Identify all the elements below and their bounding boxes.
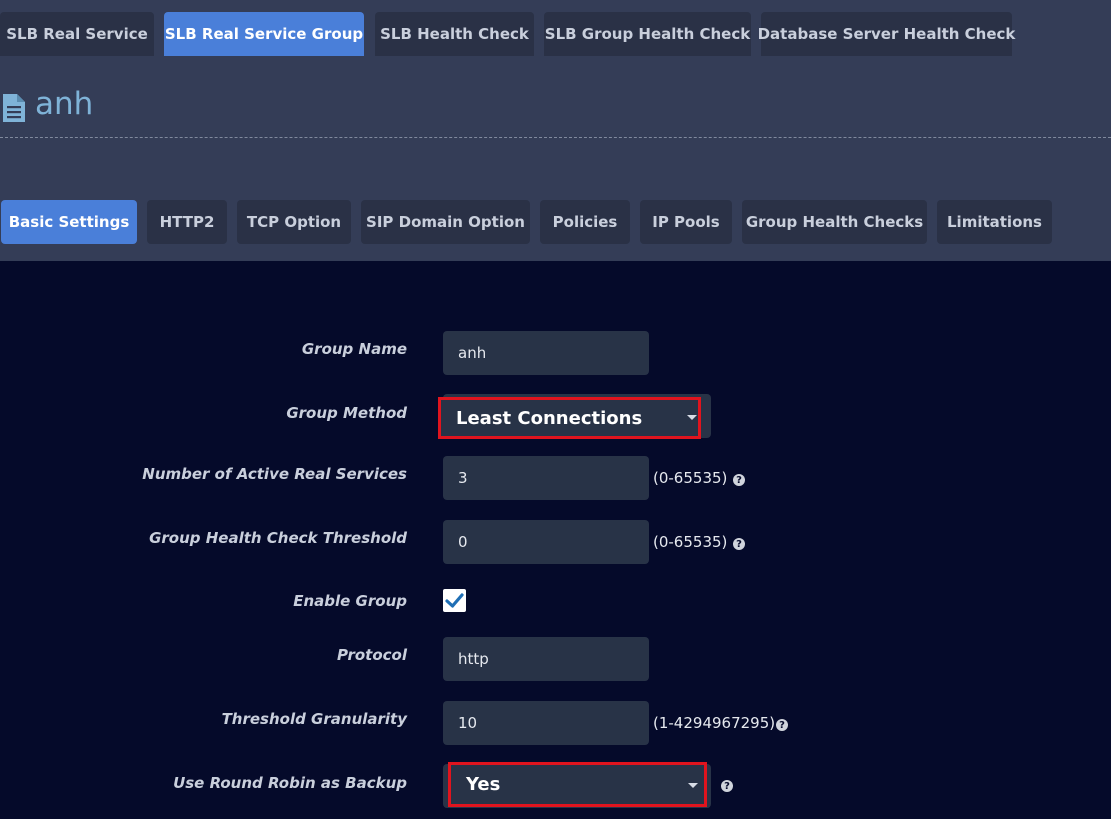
tab-group-health-checks[interactable]: Group Health Checks	[742, 200, 927, 244]
tab-slb-real-service-group[interactable]: SLB Real Service Group	[164, 12, 364, 56]
tab-limitations[interactable]: Limitations	[937, 200, 1052, 244]
tab-ip-pools[interactable]: IP Pools	[640, 200, 732, 244]
group-method-value: Least Connections	[456, 407, 643, 429]
threshold-granularity-range: (1-4294967295)	[653, 714, 776, 732]
help-icon[interactable]: ?	[733, 474, 745, 486]
help-icon[interactable]: ?	[776, 719, 788, 731]
document-icon	[1, 93, 27, 127]
health-check-threshold-input[interactable]: 0	[443, 520, 649, 564]
round-robin-backup-select[interactable]: Yes	[448, 762, 707, 807]
active-real-services-input[interactable]: 3	[443, 456, 649, 500]
tab-http2[interactable]: HTTP2	[147, 200, 227, 244]
protocol-input[interactable]: http	[443, 637, 649, 681]
tab-sip-domain-option[interactable]: SIP Domain Option	[361, 200, 530, 244]
tab-tcp-option[interactable]: TCP Option	[237, 200, 351, 244]
threshold-granularity-label: Threshold Granularity	[221, 710, 407, 728]
round-robin-backup-value: Yes	[466, 774, 501, 795]
header-divider	[0, 137, 1111, 138]
group-name-label: Group Name	[301, 340, 407, 358]
active-real-services-range: (0-65535)	[653, 469, 728, 487]
group-method-select[interactable]: Least Connections	[438, 397, 701, 439]
chevron-down-icon	[687, 415, 697, 420]
health-check-threshold-label: Group Health Check Threshold	[149, 529, 407, 547]
tab-basic-settings[interactable]: Basic Settings	[1, 200, 137, 244]
active-real-services-label: Number of Active Real Services	[142, 465, 407, 483]
tab-policies[interactable]: Policies	[540, 200, 630, 244]
page-title: anh	[35, 86, 94, 122]
chevron-down-icon	[688, 783, 698, 788]
help-icon[interactable]: ?	[733, 538, 745, 550]
top-tab-bar: SLB Real Service SLB Real Service Group …	[0, 0, 1111, 56]
round-robin-backup-label: Use Round Robin as Backup	[173, 774, 407, 792]
tab-slb-health-check[interactable]: SLB Health Check	[375, 12, 534, 56]
health-check-threshold-range: (0-65535)	[653, 533, 728, 551]
protocol-label: Protocol	[336, 646, 407, 664]
enable-group-label: Enable Group	[293, 592, 407, 610]
enable-group-checkbox[interactable]	[443, 589, 466, 612]
tab-database-server-health-check[interactable]: Database Server Health Check	[758, 12, 1015, 56]
checkmark-icon	[445, 593, 464, 608]
help-icon[interactable]: ?	[721, 780, 733, 792]
group-method-label: Group Method	[286, 404, 407, 422]
tab-slb-real-service[interactable]: SLB Real Service	[0, 12, 154, 56]
threshold-granularity-input[interactable]: 10	[443, 701, 649, 745]
group-name-input[interactable]: anh	[443, 331, 649, 375]
tab-slb-group-health-check[interactable]: SLB Group Health Check	[544, 12, 751, 56]
